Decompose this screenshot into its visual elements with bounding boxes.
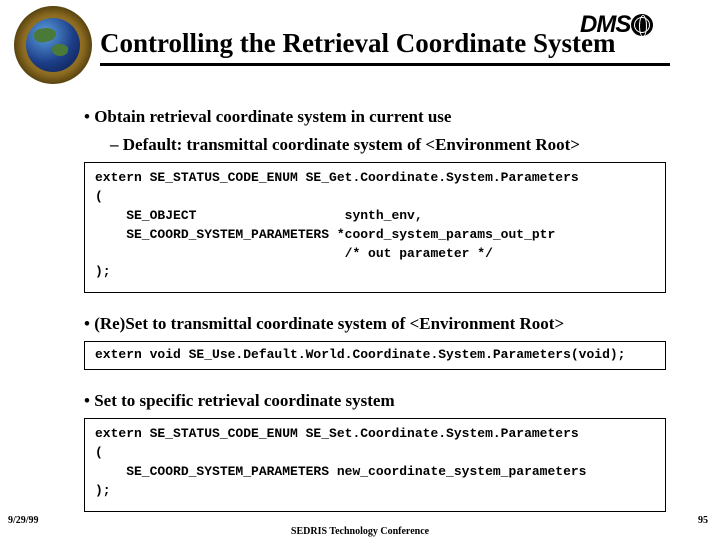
- footer-date: 9/29/99: [8, 515, 39, 526]
- bullet-3: • Set to specific retrieval coordinate s…: [84, 390, 676, 412]
- slide: DMS Controlling the Retrieval Coordinate…: [0, 0, 720, 540]
- code-block-get: extern SE_STATUS_CODE_ENUM SE_Get.Coordi…: [84, 162, 666, 293]
- footer-page: 95: [698, 515, 708, 526]
- title-underline: [100, 63, 670, 66]
- code-block-set: extern SE_STATUS_CODE_ENUM SE_Set.Coordi…: [84, 418, 666, 511]
- title-block: Controlling the Retrieval Coordinate Sys…: [100, 28, 686, 66]
- footer-center: SEDRIS Technology Conference: [0, 526, 720, 537]
- header: DMS Controlling the Retrieval Coordinate…: [34, 8, 686, 84]
- bullet-1: • Obtain retrieval coordinate system in …: [84, 106, 676, 128]
- body: • Obtain retrieval coordinate system in …: [34, 84, 686, 512]
- code-block-usedefault: extern void SE_Use.Default.World.Coordin…: [84, 341, 666, 370]
- page-title: Controlling the Retrieval Coordinate Sys…: [100, 28, 686, 59]
- sedris-logo-icon: [14, 6, 92, 84]
- bullet-2: • (Re)Set to transmittal coordinate syst…: [84, 313, 676, 335]
- bullet-1-sub: – Default: transmittal coordinate system…: [110, 134, 676, 156]
